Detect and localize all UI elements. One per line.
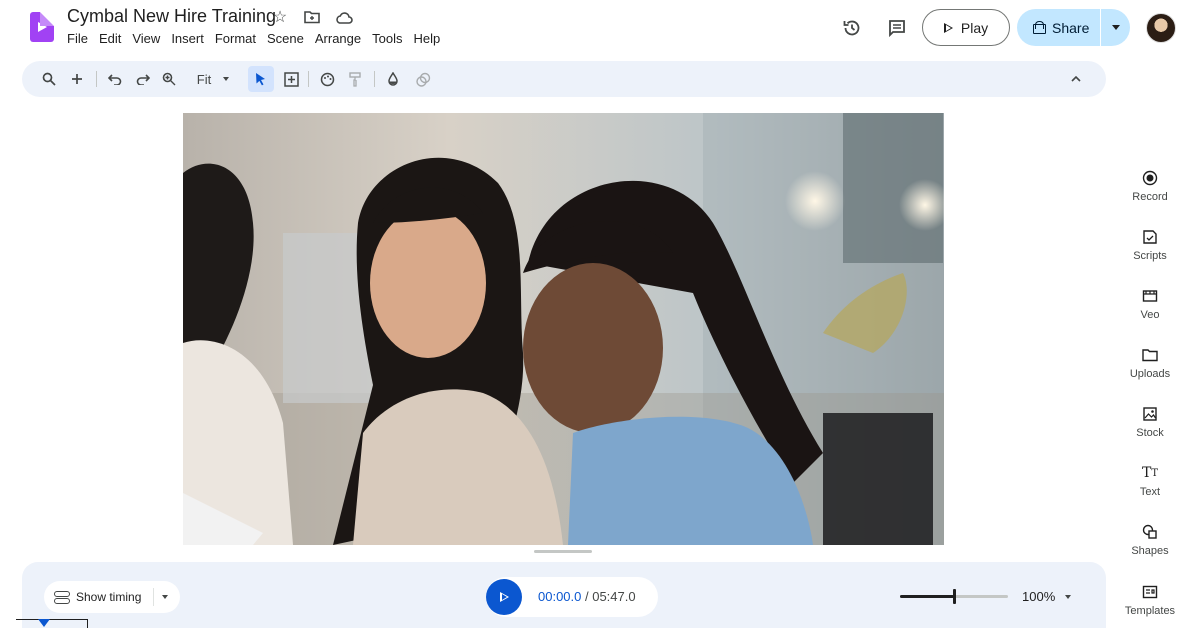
zoom-fit-select[interactable]: Fit: [190, 69, 236, 89]
toolbar: [22, 61, 1106, 97]
timeline-zoom-slider[interactable]: [900, 589, 1008, 604]
redo-icon[interactable]: [134, 69, 152, 89]
shapes-icon: [1141, 523, 1159, 541]
move-to-folder-icon[interactable]: [302, 7, 322, 27]
comments-icon[interactable]: [885, 16, 909, 40]
undo-icon[interactable]: [106, 69, 124, 89]
document-title[interactable]: Cymbal New Hire Training: [67, 6, 276, 27]
chevron-down-icon: [1065, 594, 1072, 599]
current-time: 00:00.0: [538, 589, 582, 604]
record-icon: [1141, 169, 1159, 187]
paint-format-icon[interactable]: [346, 69, 364, 89]
menu-tools[interactable]: Tools: [372, 31, 402, 46]
side-panel-text-label: Text: [1139, 486, 1161, 498]
side-panel-scripts-label: Scripts: [1133, 250, 1167, 262]
menu-help[interactable]: Help: [413, 31, 440, 46]
side-panel-shapes[interactable]: Shapes: [1122, 523, 1178, 557]
templates-icon: [1141, 583, 1159, 601]
share-label: Share: [1052, 19, 1090, 36]
search-icon[interactable]: [40, 69, 58, 89]
folder-icon: [1141, 346, 1159, 364]
zoom-fit-label: Fit: [196, 71, 212, 87]
timeline-playhead[interactable]: [16, 619, 88, 628]
side-panel-scripts[interactable]: Scripts: [1122, 228, 1178, 262]
canvas-resize-handle[interactable]: [534, 550, 592, 553]
show-timing-label: Show timing: [76, 590, 142, 604]
scripts-icon: [1141, 228, 1159, 246]
side-panel-veo-label: Veo: [1140, 309, 1160, 321]
version-history-icon[interactable]: [840, 16, 864, 40]
chevron-down-icon[interactable]: [162, 595, 169, 599]
menu-insert[interactable]: Insert: [171, 31, 204, 46]
zoom-level-value: 100%: [1022, 589, 1056, 604]
select-icon[interactable]: [248, 66, 274, 92]
play-icon: [943, 22, 953, 33]
timeline-play-button[interactable]: [486, 579, 522, 615]
chevron-down-icon: [1111, 25, 1120, 30]
app-logo[interactable]: [30, 12, 54, 42]
fill-color-icon[interactable]: [384, 69, 402, 89]
side-panel-veo[interactable]: Veo: [1122, 287, 1178, 321]
side-panel-templates-label: Templates: [1124, 605, 1176, 617]
menu-edit[interactable]: Edit: [99, 31, 121, 46]
star-icon[interactable]: ☆: [270, 7, 290, 27]
side-panel-uploads-label: Uploads: [1129, 368, 1171, 380]
play-label: Play: [960, 19, 989, 36]
zoom-icon[interactable]: [160, 69, 178, 89]
share-button[interactable]: Share: [1017, 9, 1130, 46]
play-button[interactable]: Play: [922, 9, 1010, 46]
share-options-button[interactable]: [1101, 25, 1130, 30]
stock-image-icon: [1141, 405, 1159, 423]
add-text-box-icon[interactable]: [282, 69, 300, 89]
zoom-level-select[interactable]: 100%: [1022, 589, 1072, 604]
side-panel-record[interactable]: Record: [1122, 169, 1178, 203]
time-separator: /: [581, 589, 593, 604]
side-panel-stock-label: Stock: [1136, 427, 1164, 439]
zoom-slider-thumb[interactable]: [953, 589, 956, 604]
effects-icon[interactable]: [414, 69, 432, 89]
side-panel-uploads[interactable]: Uploads: [1122, 346, 1178, 380]
side-panel-record-label: Record: [1132, 191, 1168, 203]
menu-scene[interactable]: Scene: [267, 31, 304, 46]
slide-image[interactable]: [183, 113, 944, 545]
text-icon: TT: [1141, 465, 1158, 481]
menu-view[interactable]: View: [132, 31, 160, 46]
theme-palette-icon[interactable]: [318, 69, 336, 89]
side-panel-shapes-label: Shapes: [1131, 545, 1169, 557]
play-icon: [499, 592, 509, 602]
lock-icon: [1033, 21, 1046, 34]
side-panel-text[interactable]: TT Text: [1122, 464, 1178, 498]
menu-arrange[interactable]: Arrange: [315, 31, 361, 46]
side-panel-stock[interactable]: Stock: [1122, 405, 1178, 439]
account-avatar[interactable]: [1146, 13, 1176, 43]
veo-icon: [1141, 287, 1159, 305]
side-panel-templates[interactable]: Templates: [1122, 583, 1178, 617]
menu-format[interactable]: Format: [215, 31, 256, 46]
chevron-down-icon: [223, 77, 230, 81]
timing-icon: [54, 591, 70, 604]
office-photo: [183, 113, 944, 545]
time-display: 00:00.0 / 05:47.0: [538, 589, 636, 604]
show-timing-button[interactable]: Show timing: [44, 581, 180, 613]
menu-file[interactable]: File: [67, 31, 88, 46]
menu-bar: File Edit View Insert Format Scene Arran…: [67, 31, 440, 46]
cloud-saved-icon[interactable]: [334, 7, 354, 27]
total-time: 05:47.0: [592, 589, 636, 604]
collapse-toolbar-icon[interactable]: [1066, 69, 1086, 89]
add-icon[interactable]: [68, 69, 86, 89]
